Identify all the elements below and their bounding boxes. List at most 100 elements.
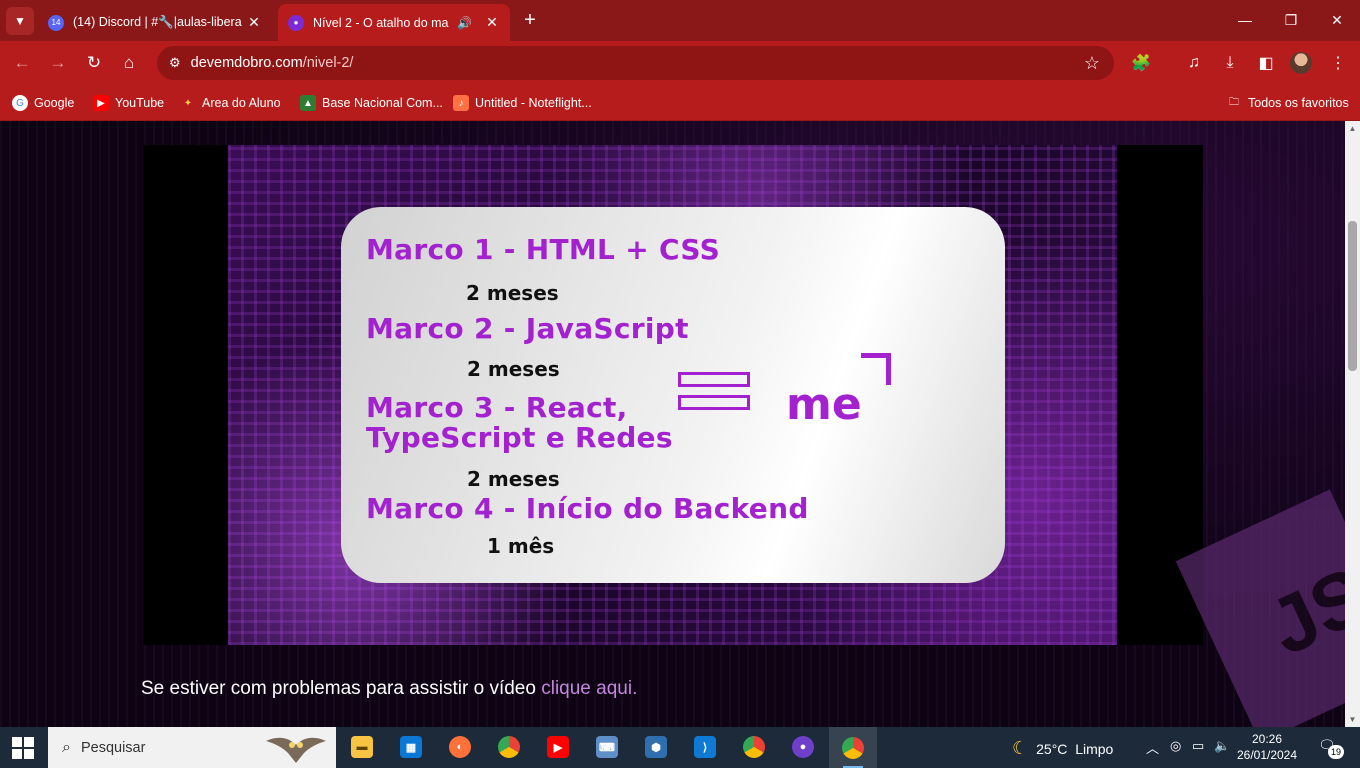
tab-bar: ▼ 14 (14) Discord | #🔧|aulas-liberadas ✕… [0,0,1360,41]
milestone-2-duration: 2 meses [467,357,560,381]
close-tab-icon[interactable]: ✕ [246,14,262,31]
bookmarks-bar: G Google ▶ YouTube ✦ Area do Aluno ▲ Bas… [0,85,1360,121]
milestone-3-title-line2: TypeScript e Redes [366,421,673,454]
moon-icon: ☾ [1012,738,1029,758]
restore-button[interactable]: ❐ [1268,0,1314,40]
taskbar-app[interactable]: ⌨ [592,732,622,762]
page-scrollbar[interactable]: ▲ ▼ [1345,121,1360,727]
taskbar-github[interactable]: ● [788,732,818,762]
bookmark-star-icon[interactable]: ☆ [1084,53,1100,74]
taskbar-virtualbox[interactable]: ⬢ [641,732,671,762]
meet-icon[interactable]: ◎ [1170,738,1181,754]
tray-chevron-icon[interactable]: ︿ [1146,738,1159,757]
youtube-icon: ▶ [93,95,109,111]
taskbar-chrome-active[interactable] [829,727,877,768]
discord-icon: 14 [48,14,64,31]
page-content: Marco 1 - HTML + CSS 2 meses Marco 2 - J… [0,121,1345,727]
google-icon: G [12,95,28,111]
bookmark-base-nacional[interactable]: ▲ Base Nacional Com... [300,93,443,113]
volume-icon[interactable]: 🔈 [1214,738,1230,754]
site-info-icon[interactable]: ⚙ [169,55,181,71]
github-icon: ● [792,736,814,758]
tab-title: (14) Discord | #🔧|aulas-liberadas [73,15,242,29]
speaker-icon[interactable]: 🔊 [457,16,472,30]
extensions-icon[interactable]: 🧩 [1128,50,1154,76]
star-wand-icon: ✦ [183,97,193,109]
video-frame-image[interactable]: Marco 1 - HTML + CSS 2 meses Marco 2 - J… [228,145,1117,645]
scroll-down-icon[interactable]: ▼ [1345,712,1360,727]
taskbar-firefox[interactable]: ◐ [445,732,475,762]
clock-time: 20:26 [1251,732,1283,746]
taskbar-store[interactable]: ▦ [396,732,426,762]
firefox-icon: ◐ [449,736,471,758]
bookmark-label: Google [34,96,75,110]
computer-icon: ⌨ [596,736,618,758]
taskbar-chrome-profile[interactable] [739,732,769,762]
taskbar-file-explorer[interactable]: ▬ [347,732,377,762]
chevron-down-icon: ▼ [14,14,26,28]
windows-taskbar: ⌕ Pesquisar ▬ ▦ ◐ ▶ ⌨ ⬢ ⟩ ● ☾ 25°C Limpo… [0,727,1360,768]
scroll-up-icon[interactable]: ▲ [1345,121,1360,136]
taskbar-youtube[interactable]: ▶ [543,732,573,762]
weather-widget[interactable]: ☾ 25°C Limpo [1012,738,1113,759]
milestone-1-title: Marco 1 - HTML + CSS [366,233,721,266]
click-here-link[interactable]: clique aqui. [541,678,637,699]
vscode-icon: ⟩ [694,736,716,758]
windows-start-icon[interactable] [12,737,34,759]
notification-count: 19 [1328,745,1344,759]
clock-date: 26/01/2024 [1236,748,1298,762]
minimize-button[interactable]: — [1222,0,1268,40]
network-icon[interactable]: ▭ [1192,738,1204,754]
profile-avatar[interactable] [1290,52,1312,74]
tab-nivel-2[interactable]: ● Nível 2 - O atalho do mapa 🔊 ✕ [278,4,510,41]
taskbar-clock[interactable]: 20:26 26/01/2024 [1236,731,1298,763]
browser-toolbar: ← → ↻ ⌂ ⚙ devemdobro.com/nivel-2/ ☆ 🧩 ♫ … [0,41,1360,85]
tab-discord[interactable]: 14 (14) Discord | #🔧|aulas-liberadas ✕ [38,4,272,41]
cube-icon: ⬢ [645,736,667,758]
weather-temp: 25°C [1036,740,1068,757]
media-controls-icon[interactable]: ♫ [1181,50,1207,76]
milestone-4-title: Marco 4 - Início do Backend [366,492,809,525]
store-icon: ▦ [400,736,422,758]
milestone-4-duration: 1 mês [487,534,555,558]
chrome-icon [743,736,765,758]
notification-center-icon[interactable]: 🗨 19 [1318,737,1344,759]
milestone-1-duration: 2 meses [466,281,559,305]
address-bar[interactable]: ⚙ devemdobro.com/nivel-2/ ☆ [157,46,1114,80]
download-icon[interactable]: ⤓ [1217,50,1243,76]
bookmark-noteflight[interactable]: ♪ Untitled - Noteflight... [453,93,592,113]
menu-kebab-icon[interactable]: ⋮ [1325,50,1351,76]
reload-button[interactable]: ↻ [81,50,107,76]
milestone-3-title-line1: Marco 3 - React, [366,391,628,424]
home-button[interactable]: ⌂ [116,50,142,76]
video-help-text: Se estiver com problemas para assistir o… [141,678,638,699]
close-tab-icon[interactable]: ✕ [484,14,500,31]
weather-condition: Limpo [1075,740,1114,757]
noteflight-icon: ♪ [453,95,469,111]
bookmark-youtube[interactable]: ▶ YouTube [93,93,164,113]
bookmark-label: Todos os favoritos [1248,96,1349,110]
url-text[interactable]: devemdobro.com/nivel-2/ [191,55,354,71]
side-panel-icon[interactable]: ◧ [1253,50,1279,76]
bookmark-label: Area do Aluno [202,96,281,110]
site-favicon-icon: ● [288,14,304,31]
tab-search-button[interactable]: ▼ [6,7,34,35]
bookmark-google[interactable]: G Google [12,93,74,113]
milestone-2-title: Marco 2 - JavaScript [366,312,689,345]
taskbar-vscode[interactable]: ⟩ [690,732,720,762]
forward-button[interactable]: → [45,50,71,76]
taskbar-chrome[interactable] [494,732,524,762]
mountain-icon: ▲ [300,95,316,111]
milestone-3-duration: 2 meses [467,467,560,491]
close-window-button[interactable]: ✕ [1314,0,1360,40]
tab-title: Nível 2 - O atalho do mapa [313,15,450,30]
scrollbar-thumb[interactable] [1348,221,1357,371]
chrome-icon [498,736,520,758]
bookmark-label: Base Nacional Com... [322,96,443,110]
bookmark-area-do-aluno[interactable]: ✦ Area do Aluno [180,93,281,113]
new-tab-button[interactable]: + [518,8,542,32]
chrome-icon [842,736,864,759]
search-icon: ⌕ [62,738,71,756]
back-button[interactable]: ← [9,50,35,76]
all-bookmarks-button[interactable]: 🗀 Todos os favoritos [1226,93,1349,113]
